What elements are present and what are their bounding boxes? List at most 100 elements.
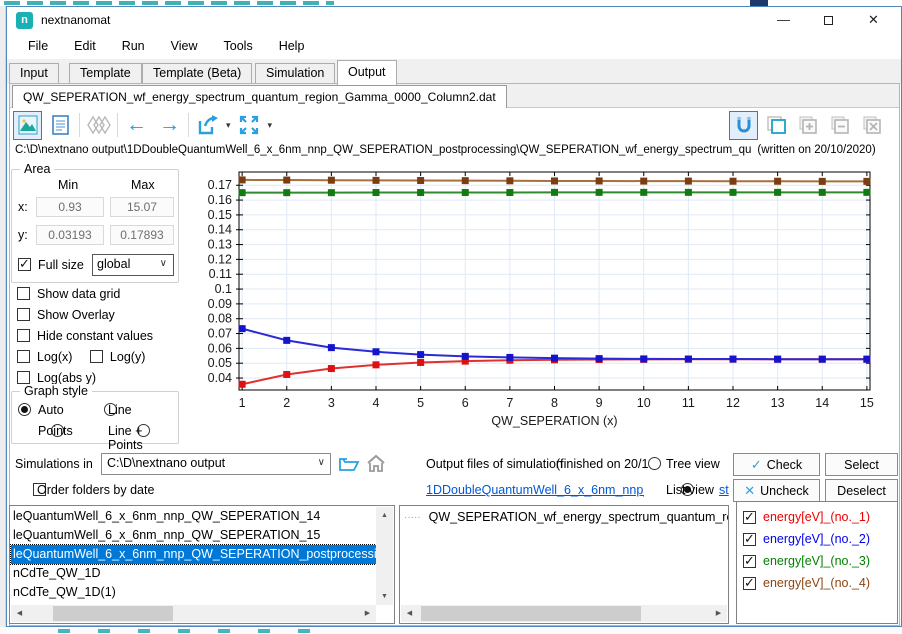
h-scrollbar-thumb[interactable] xyxy=(421,606,641,621)
new-tab-button[interactable] xyxy=(761,111,790,140)
overlay-pages-button[interactable] xyxy=(84,111,113,140)
log-y-checkbox[interactable] xyxy=(90,350,103,363)
svg-text:0.09: 0.09 xyxy=(208,297,232,311)
scroll-up-arrow[interactable]: ▲ xyxy=(376,507,393,524)
y-min-field[interactable]: 0.03193 xyxy=(36,225,104,245)
remove-page-button[interactable] xyxy=(825,111,854,140)
series-4-checkbox[interactable] xyxy=(743,577,756,590)
check-button[interactable]: ✓ Check xyxy=(733,453,820,476)
minimize-button[interactable]: — xyxy=(761,7,806,34)
x-max-field[interactable]: 15.07 xyxy=(110,197,174,217)
screen: n nextnanomat — ✕ File Edit Run View Too… xyxy=(0,0,902,634)
scroll-down-arrow[interactable]: ▼ xyxy=(376,588,393,605)
text-view-button[interactable] xyxy=(46,111,75,140)
svg-text:0.12: 0.12 xyxy=(208,252,232,266)
svg-text:14: 14 xyxy=(815,396,829,410)
v-scrollbar[interactable]: ▲ ▼ xyxy=(376,507,393,605)
uncheck-button[interactable]: ✕ Uncheck xyxy=(733,479,820,502)
x-min-field[interactable]: 0.93 xyxy=(36,197,104,217)
folder-list-item-selected[interactable]: leQuantumWell_6_x_6nm_nnp_QW_SEPERATION_… xyxy=(11,545,376,564)
log-y-label: Log(y) xyxy=(110,350,145,364)
maximize-button[interactable] xyxy=(806,7,851,34)
scroll-left-arrow[interactable]: ◀ xyxy=(11,605,28,622)
chevron-down-icon: ∨ xyxy=(318,457,325,468)
folder-list-item[interactable]: nCdTe_QW_1D(1) xyxy=(11,583,376,602)
home-folder-button[interactable] xyxy=(365,454,387,476)
log-abs-checkbox[interactable] xyxy=(17,371,30,384)
tab-template[interactable]: Template xyxy=(69,63,142,84)
folder-list-item[interactable]: nCdTe_QW_1D xyxy=(11,564,376,583)
graph-view-button[interactable] xyxy=(13,111,42,140)
legend-row[interactable]: energy[eV]_(no._1) xyxy=(737,506,897,528)
h-scrollbar-thumb[interactable] xyxy=(53,606,173,621)
svg-text:0.05: 0.05 xyxy=(208,356,232,370)
y-max-field[interactable]: 0.17893 xyxy=(110,225,174,245)
tab-output[interactable]: Output xyxy=(337,60,397,85)
series-4-label: energy[eV]_(no._4) xyxy=(763,576,870,590)
svg-text:9: 9 xyxy=(596,396,603,410)
check-icon: ✓ xyxy=(751,457,762,473)
close-button[interactable]: ✕ xyxy=(851,7,896,34)
legend-row[interactable]: energy[eV]_(no._2) xyxy=(737,528,897,550)
hide-constant-checkbox[interactable] xyxy=(17,329,30,342)
h-scrollbar[interactable]: ◀ ▶ xyxy=(11,605,376,622)
series-1-checkbox[interactable] xyxy=(743,511,756,524)
tab-simulation[interactable]: Simulation xyxy=(255,63,335,84)
svg-text:5: 5 xyxy=(417,396,424,410)
export-button[interactable] xyxy=(193,111,222,140)
folder-list-item[interactable]: leQuantumWell_6_x_6nm_nnp_QW_SEPERATION_… xyxy=(11,507,376,526)
expand-icon xyxy=(238,114,260,136)
fullscreen-dropdown-caret[interactable]: ▾ xyxy=(268,120,273,131)
h-scrollbar[interactable]: ◀ ▶ xyxy=(401,605,727,622)
svg-text:QW_SEPERATION (x): QW_SEPERATION (x) xyxy=(491,414,617,428)
browse-folder-button[interactable] xyxy=(338,454,360,476)
scroll-right-arrow[interactable]: ▶ xyxy=(710,605,727,622)
menu-item-view[interactable]: View xyxy=(158,35,211,57)
graph-style-auto-radio[interactable] xyxy=(18,403,31,416)
simulation-folder-combobox[interactable]: C:\D\nextnano output ∨ xyxy=(101,453,331,475)
clipped-link-fragment[interactable]: st xyxy=(719,483,729,497)
menu-item-help[interactable]: Help xyxy=(266,35,318,57)
show-data-grid-checkbox[interactable] xyxy=(17,287,30,300)
select-button[interactable]: Select xyxy=(825,453,898,476)
simulation-link[interactable]: 1DDoubleQuantumWell_6_x_6nm_nnp_QW_SEP xyxy=(426,483,644,497)
series-3-checkbox[interactable] xyxy=(743,555,756,568)
scale-select[interactable]: global ∨ xyxy=(92,254,174,276)
next-file-button[interactable]: → xyxy=(155,111,184,140)
export-dropdown-caret[interactable]: ▾ xyxy=(226,120,231,131)
legend-row[interactable]: energy[eV]_(no._3) xyxy=(737,550,897,572)
graph-style-title: Graph style xyxy=(20,384,92,398)
fullscreen-button[interactable] xyxy=(235,111,264,140)
tab-template-beta[interactable]: Template (Beta) xyxy=(142,63,252,84)
menu-item-file[interactable]: File xyxy=(15,35,61,57)
add-page-button[interactable] xyxy=(793,111,822,140)
close-page-button[interactable] xyxy=(857,111,886,140)
titlebar[interactable]: n nextnanomat — ✕ xyxy=(7,7,901,33)
file-tab[interactable]: QW_SEPERATION_wf_energy_spectrum_quantum… xyxy=(12,85,507,108)
scroll-left-arrow[interactable]: ◀ xyxy=(401,605,418,622)
show-overlay-checkbox[interactable] xyxy=(17,308,30,321)
snap-button[interactable] xyxy=(729,111,758,140)
svg-text:8: 8 xyxy=(551,396,558,410)
menu-item-edit[interactable]: Edit xyxy=(61,35,109,57)
series-legend-panel: energy[eV]_(no._1) energy[eV]_(no._2) en… xyxy=(736,501,898,624)
legend-row[interactable]: energy[eV]_(no._4) xyxy=(737,572,897,594)
tab-input[interactable]: Input xyxy=(9,63,59,84)
full-size-checkbox[interactable] xyxy=(18,258,31,271)
written-on-label: (written on 20/10/2020) xyxy=(757,144,875,160)
menu-item-run[interactable]: Run xyxy=(109,35,158,57)
log-x-checkbox[interactable] xyxy=(17,350,30,363)
svg-text:6: 6 xyxy=(462,396,469,410)
previous-file-button[interactable]: ← xyxy=(122,111,151,140)
scroll-right-arrow[interactable]: ▶ xyxy=(359,605,376,622)
menu-item-tools[interactable]: Tools xyxy=(211,35,266,57)
area-title: Area xyxy=(20,162,54,176)
deselect-button[interactable]: Deselect xyxy=(825,479,898,502)
output-file-row[interactable]: ····· QW_SEPERATION_wf_energy_spectrum_q… xyxy=(400,506,728,524)
tree-view-radio[interactable] xyxy=(648,457,661,470)
toolbar: ← → ▾ xyxy=(13,110,272,140)
chevron-down-icon: ∨ xyxy=(160,258,167,269)
close-page-icon xyxy=(862,115,882,135)
folder-list-item[interactable]: leQuantumWell_6_x_6nm_nnp_QW_SEPERATION_… xyxy=(11,526,376,545)
series-2-checkbox[interactable] xyxy=(743,533,756,546)
